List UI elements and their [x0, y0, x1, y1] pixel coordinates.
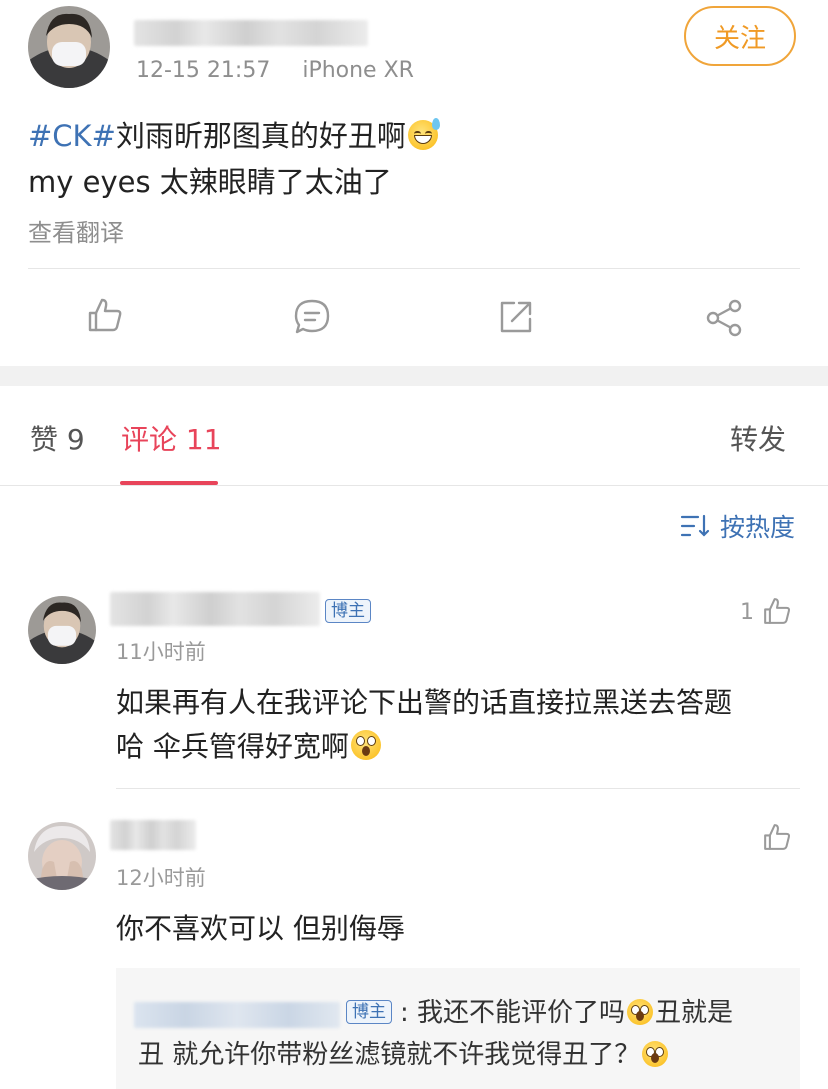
reply-line-1-tail: 丑就是	[655, 998, 734, 1028]
comment-like-count: 1	[740, 600, 754, 625]
section-separator	[0, 366, 828, 386]
comment-text: 你不喜欢可以 但别侮辱	[116, 912, 405, 945]
post-timestamp: 12-15 21:57	[136, 58, 271, 83]
like-icon[interactable]	[86, 296, 124, 334]
follow-button-label: 关注	[713, 23, 766, 54]
sort-icon	[680, 513, 710, 539]
post-text-1: 刘雨昕那图真的好丑啊	[115, 119, 406, 153]
reply-line-2-text: 丑 就允许你带粉丝滤镜就不许我觉得丑了？	[138, 1040, 641, 1070]
post-text-2: my eyes 太辣眼睛了太油了	[28, 165, 392, 199]
reply-line-1-text: : 我还不能评价了吗	[400, 998, 626, 1028]
shocked-emoji-icon	[642, 1041, 669, 1067]
reply-preview[interactable]: 博主 : 我还不能评价了吗 丑就是 丑 就允许你带粉丝滤镜就不许我觉得丑了？	[116, 968, 800, 1089]
reply-line-1: : 我还不能评价了吗 丑就是	[400, 990, 733, 1036]
commenter-name-redacted[interactable]	[110, 592, 320, 626]
shocked-emoji-icon	[627, 999, 654, 1025]
post-device: iPhone XR	[302, 58, 414, 83]
comment-divider	[116, 788, 800, 789]
translate-link[interactable]: 查看翻译	[28, 213, 124, 248]
tab-likes[interactable]: 赞 9	[30, 418, 85, 458]
tab-comments[interactable]: 评论 11	[121, 418, 222, 458]
reply-author-badge: 博主	[346, 1000, 392, 1024]
comment-time: 12小时前	[116, 866, 206, 890]
comment-text-2: 哈 伞兵管得好宽啊	[116, 724, 383, 770]
comment-avatar[interactable]	[28, 822, 96, 890]
follow-button[interactable]: 关注	[684, 6, 796, 66]
comment-avatar[interactable]	[28, 596, 96, 664]
sort-control[interactable]: 按热度	[680, 508, 795, 544]
author-badge: 博主	[325, 599, 371, 623]
shocked-emoji-icon	[350, 730, 381, 760]
replier-name-redacted[interactable]	[134, 1002, 340, 1028]
comment-icon[interactable]	[293, 298, 331, 336]
commenter-name-redacted[interactable]	[110, 820, 196, 850]
post-text-line-1: #CK#刘雨昕那图真的好丑啊	[28, 113, 440, 159]
post-meta: 12-15 21:57 iPhone XR	[136, 58, 414, 83]
comment-text-1: 如果再有人在我评论下出警的话直接拉黑送去答题	[116, 686, 733, 719]
topic-tag[interactable]: #CK#	[28, 119, 116, 153]
tab-reposts[interactable]: 转发	[730, 418, 786, 458]
sort-label: 按热度	[720, 513, 796, 542]
comment-like-icon[interactable]	[762, 822, 792, 852]
comment-text-2-content: 哈 伞兵管得好宽啊	[116, 730, 349, 763]
author-avatar[interactable]	[28, 6, 110, 88]
comment-like-icon[interactable]	[762, 596, 792, 626]
tabs-divider	[0, 485, 828, 486]
comment-time: 11小时前	[116, 640, 206, 664]
repost-icon[interactable]	[497, 298, 535, 336]
post-divider	[28, 268, 800, 269]
reply-line-2: 丑 就允许你带粉丝滤镜就不许我觉得丑了？	[138, 1032, 670, 1078]
share-icon[interactable]	[704, 298, 744, 338]
sweat-smile-emoji-icon	[407, 118, 440, 150]
author-name-redacted[interactable]	[134, 20, 368, 46]
